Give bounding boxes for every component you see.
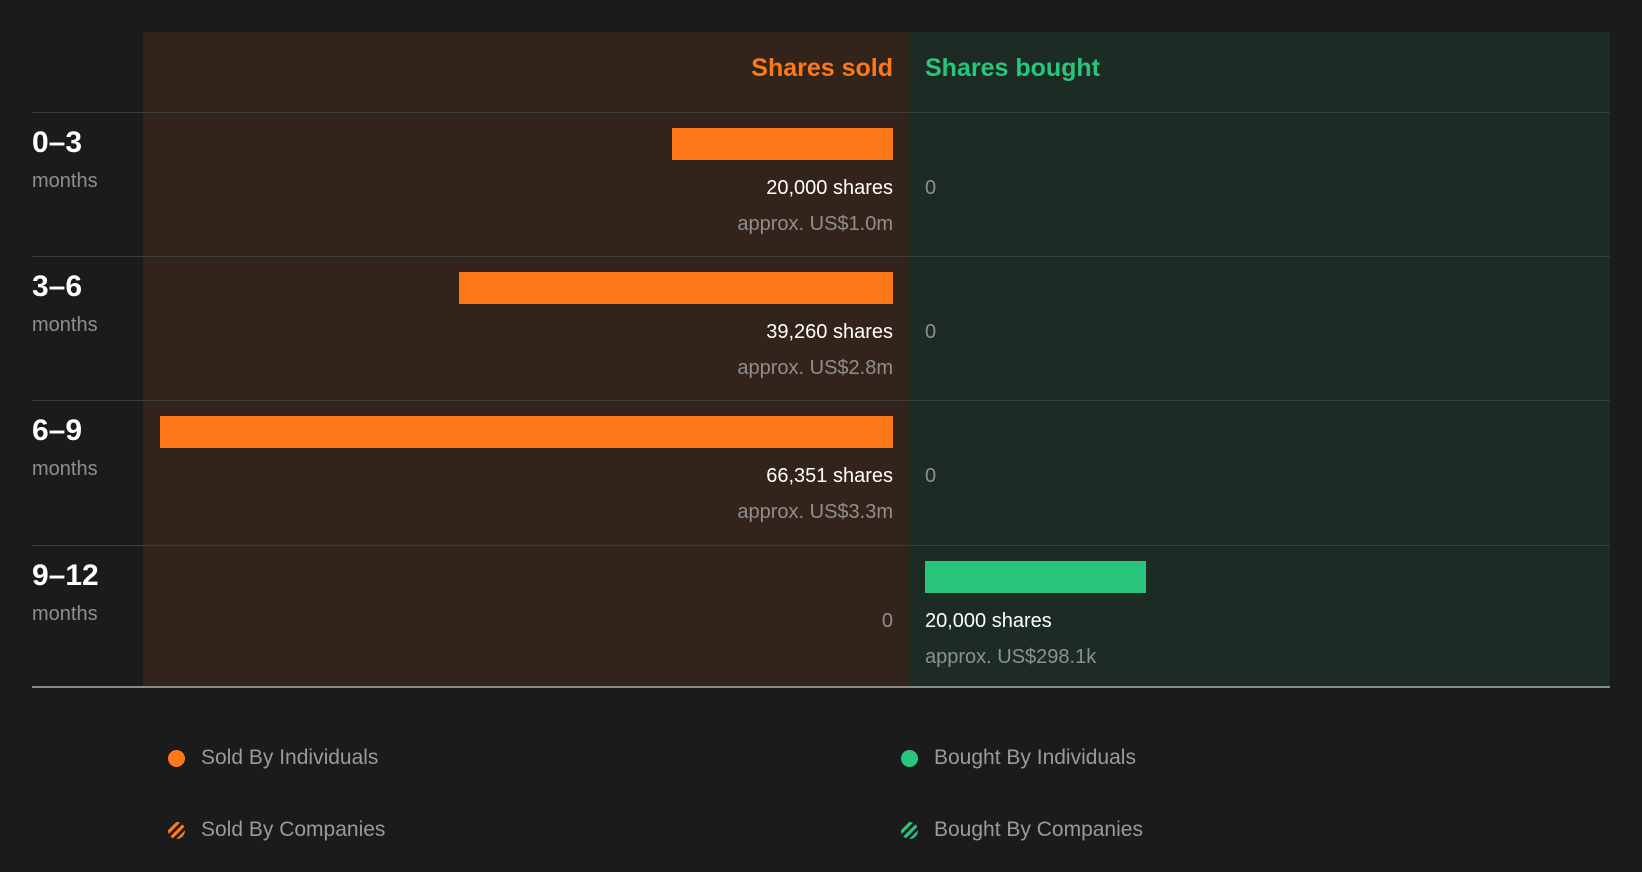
bought-shares-label: 20,000 shares (925, 610, 1052, 632)
bought-value-label: approx. US$298.1k (925, 646, 1097, 668)
sold-bar[interactable] (672, 128, 893, 160)
period-unit: months (32, 458, 98, 480)
bought-companies-striped-dot-icon (901, 821, 918, 839)
period-range: 6–9 (32, 414, 83, 447)
sold-individuals-dot-icon (168, 749, 185, 767)
period-range: 3–6 (32, 270, 83, 303)
sold-shares-label: 39,260 shares (766, 321, 893, 343)
period-unit: months (32, 170, 98, 192)
row-divider (32, 400, 1610, 401)
bought-bar[interactable] (925, 561, 1146, 593)
chart-baseline (32, 686, 1610, 688)
sold-value-label: approx. US$3.3m (737, 501, 893, 523)
legend-bought-individuals: Bought By Individuals (901, 746, 1136, 770)
legend-bought-companies: Bought By Companies (901, 818, 1143, 842)
sold-value-label: approx. US$2.8m (737, 357, 893, 379)
sold-shares-label: 66,351 shares (766, 465, 893, 487)
sold-value-label: approx. US$1.0m (737, 213, 893, 235)
sold-shares-label: 20,000 shares (766, 177, 893, 199)
bought-individuals-dot-icon (901, 749, 918, 767)
row-divider (32, 545, 1610, 546)
bought-zero-label: 0 (925, 177, 937, 199)
row-label: 3–6 months (32, 272, 98, 337)
period-range: 0–3 (32, 126, 83, 159)
bought-zero-label: 0 (925, 465, 937, 487)
period-unit: months (32, 314, 98, 336)
sold-header: Shares sold (751, 54, 893, 82)
sold-bar[interactable] (459, 272, 893, 304)
legend-sold-companies: Sold By Companies (168, 818, 385, 842)
row-label: 0–3 months (32, 128, 98, 193)
header-divider (32, 112, 1610, 113)
sold-bar[interactable] (160, 416, 893, 448)
legend-label: Sold By Individuals (201, 746, 379, 769)
period-unit: months (32, 603, 98, 625)
bought-zero-label: 0 (925, 321, 937, 343)
sold-companies-striped-dot-icon (168, 821, 185, 839)
period-range: 9–12 (32, 559, 99, 592)
row-label: 9–12 months (32, 561, 99, 626)
sold-zero-label: 0 (881, 610, 893, 632)
legend-label: Sold By Companies (201, 818, 386, 841)
legend-label: Bought By Individuals (934, 746, 1136, 769)
legend-sold-individuals: Sold By Individuals (168, 746, 378, 770)
row-divider (32, 256, 1610, 257)
legend-label: Bought By Companies (934, 818, 1143, 841)
row-label: 6–9 months (32, 416, 98, 481)
bought-header: Shares bought (925, 54, 1101, 82)
